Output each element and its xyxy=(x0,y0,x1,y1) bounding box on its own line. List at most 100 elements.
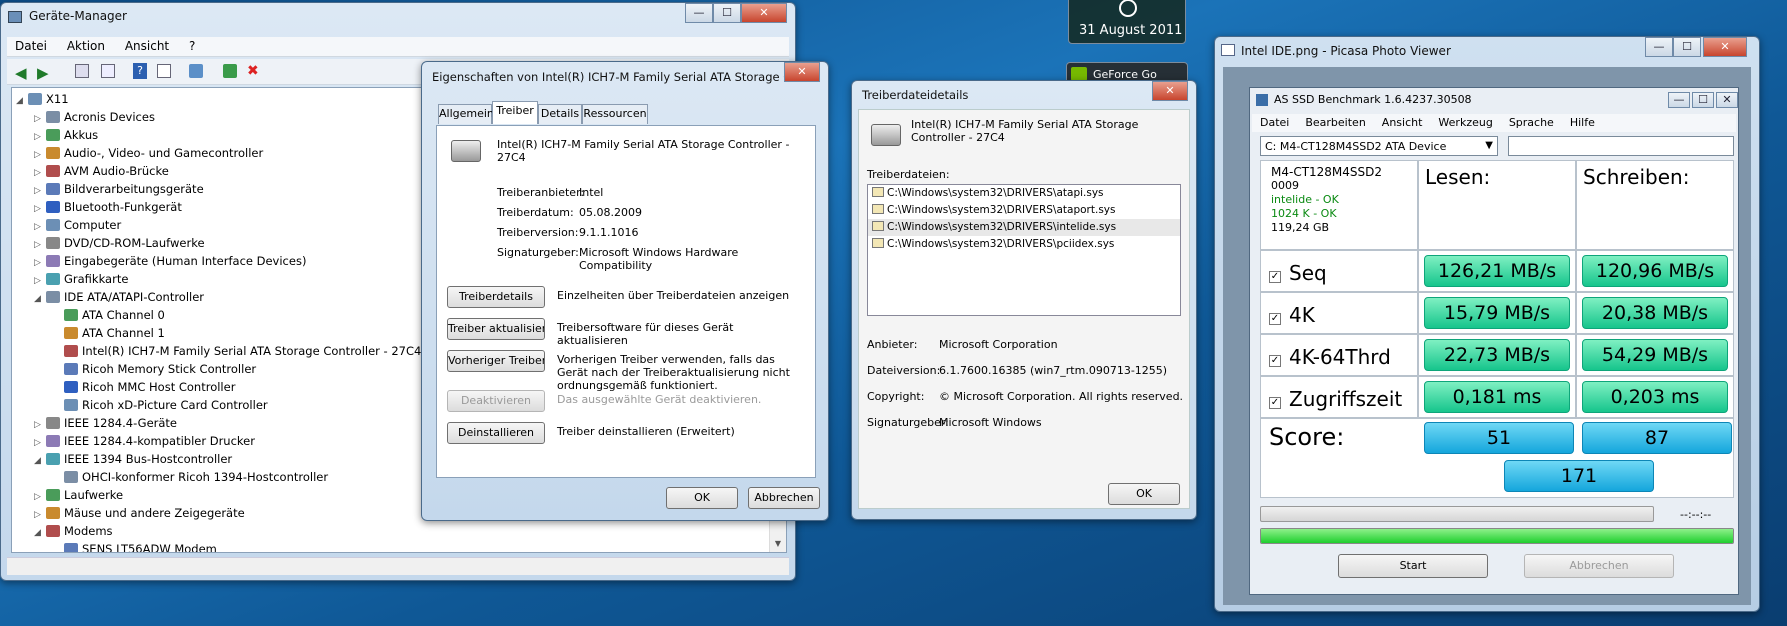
tab-allgemein[interactable]: Allgemein xyxy=(438,104,494,124)
close-button[interactable]: ✕ xyxy=(784,62,820,82)
menu-aktion[interactable]: Aktion xyxy=(59,37,113,55)
close-button[interactable]: ✕ xyxy=(741,3,787,23)
device-manager-icon xyxy=(8,11,22,23)
minimize-button[interactable]: — xyxy=(685,3,713,23)
details-panel: Intel(R) ICH7-M Family Serial ATA Storag… xyxy=(858,109,1190,509)
ide-channel-icon xyxy=(64,363,78,375)
ssd-menu-item[interactable]: Datei xyxy=(1252,114,1297,131)
driver-action-button[interactable]: Deinstallieren xyxy=(447,422,545,444)
score-total: 171 xyxy=(1504,460,1654,492)
maximize-button[interactable]: ☐ xyxy=(713,3,741,23)
driver-file-item[interactable]: C:\Windows\system32\DRIVERS\intelide.sys xyxy=(868,219,1180,236)
bench-checkbox[interactable]: ✓ xyxy=(1269,397,1281,409)
scan-hardware-icon[interactable] xyxy=(189,64,203,78)
bench-checkbox[interactable]: ✓ xyxy=(1269,355,1281,367)
file-icon xyxy=(872,221,884,231)
close-button[interactable]: ✕ xyxy=(1703,37,1747,57)
menu-help[interactable]: ? xyxy=(181,37,203,55)
uninstall-icon[interactable]: ✖ xyxy=(247,63,259,79)
info-label: Copyright: xyxy=(867,390,925,403)
chevron-down-icon: ▼ xyxy=(1485,140,1493,151)
ok-button[interactable]: OK xyxy=(1108,483,1180,505)
bench-row-label[interactable]: ✓ Seq xyxy=(1269,261,1327,285)
bench-checkbox[interactable]: ✓ xyxy=(1269,271,1281,283)
file-icon xyxy=(872,187,884,197)
start-button[interactable]: Start xyxy=(1338,554,1488,578)
tab-ressourcen[interactable]: Ressourcen xyxy=(582,104,648,124)
bench-write-value: 54,29 MB/s xyxy=(1582,339,1728,371)
properties-dialog: Eigenschaften von Intel(R) ICH7-M Family… xyxy=(421,61,829,521)
close-button[interactable]: ✕ xyxy=(1152,81,1188,101)
maximize-button[interactable]: ☐ xyxy=(1673,37,1701,57)
driver-action-button[interactable]: Vorheriger Treiber xyxy=(447,350,545,372)
ok-button[interactable]: OK xyxy=(666,487,738,509)
minimize-button[interactable]: — xyxy=(1645,37,1673,57)
driver-action-button[interactable]: Treiberdetails xyxy=(447,286,545,308)
tree-item-label: ATA Channel 1 xyxy=(82,326,165,340)
collapse-icon[interactable]: ◢ xyxy=(34,524,46,542)
drive-info-cell: M4-CT128M4SSD2 0009 intelide - OK 1024 K… xyxy=(1260,160,1418,250)
tree-item-label: Ricoh xD-Picture Card Controller xyxy=(82,398,268,412)
show-hidden-icon[interactable] xyxy=(101,64,115,78)
driver-fields: Treiberanbieter: Intel Treiberdatum: 05.08.… xyxy=(497,186,807,272)
back-icon[interactable]: ◀ xyxy=(15,64,27,82)
driver-action-description: Das ausgewählte Gerät deaktivieren. xyxy=(557,393,762,406)
driver-file-list[interactable]: C:\Windows\system32\DRIVERS\atapi.sys C:\… xyxy=(867,184,1181,316)
menu-datei[interactable]: Datei xyxy=(7,37,55,55)
help-icon[interactable]: ? xyxy=(133,63,147,79)
ide-channel-icon xyxy=(64,327,78,339)
file-info-row: Signaturgeber: Microsoft Windows xyxy=(867,416,1185,442)
driver-file-item[interactable]: C:\Windows\system32\DRIVERS\pciidex.sys xyxy=(868,236,1180,253)
tab-details[interactable]: Details xyxy=(538,104,582,124)
bench-row-label[interactable]: ✓ Zugriffszeit xyxy=(1269,387,1402,411)
field-label: Treiberanbieter: xyxy=(497,186,585,199)
forward-icon[interactable]: ▶ xyxy=(37,64,49,82)
bench-read-value: 15,79 MB/s xyxy=(1424,297,1570,329)
field-value: 05.08.2009 xyxy=(579,206,642,219)
view-icon[interactable] xyxy=(157,64,171,78)
driver-field-row: Signaturgeber: Microsoft Windows Hardware… xyxy=(497,246,807,272)
storage-controller-icon xyxy=(451,140,481,162)
collapse-icon[interactable]: ◢ xyxy=(34,452,46,470)
tree-item-label: ATA Channel 0 xyxy=(82,308,165,322)
properties-icon[interactable] xyxy=(75,64,89,78)
bench-read-value: 126,21 MB/s xyxy=(1424,255,1570,287)
ssd-minimize-button[interactable]: — xyxy=(1668,92,1690,108)
abort-button[interactable]: Abbrechen xyxy=(1524,554,1674,578)
update-driver-icon[interactable] xyxy=(223,64,237,78)
tree-item-label: Akkus xyxy=(64,128,99,142)
ssd-text-field[interactable] xyxy=(1508,136,1734,156)
elapsed-time: --:--:-- xyxy=(1680,508,1712,521)
collapse-icon[interactable]: ◢ xyxy=(34,290,46,308)
bench-row-label[interactable]: ✓ 4K xyxy=(1269,303,1315,327)
window-title: Geräte-Manager xyxy=(29,9,127,23)
picasa-icon xyxy=(1221,44,1235,56)
as-ssd-icon xyxy=(1256,94,1268,106)
tree-item[interactable]: ◢ Modems xyxy=(16,522,766,540)
tab-treiber[interactable]: Treiber xyxy=(492,101,538,124)
bench-write-value: 0,203 ms xyxy=(1582,381,1728,413)
driver-file-item[interactable]: C:\Windows\system32\DRIVERS\ataport.sys xyxy=(868,202,1180,219)
ssd-menu-item[interactable]: Bearbeiten xyxy=(1297,114,1373,131)
ssd-menu-item[interactable]: Hilfe xyxy=(1562,114,1603,131)
tab-strip: Allgemein Treiber Details Ressourcen xyxy=(436,101,816,126)
camera-icon xyxy=(46,183,60,195)
tree-item[interactable]: SENS LT56ADW Modem xyxy=(16,540,766,552)
driver-action-button[interactable]: Deaktivieren xyxy=(447,390,545,412)
ssd-maximize-button[interactable]: ☐ xyxy=(1692,92,1714,108)
ssd-menu-item[interactable]: Ansicht xyxy=(1374,114,1431,131)
bench-checkbox[interactable]: ✓ xyxy=(1269,313,1281,325)
menu-ansicht[interactable]: Ansicht xyxy=(117,37,177,55)
scroll-down-icon[interactable]: ▼ xyxy=(770,535,786,552)
driver-action-button[interactable]: Treiber aktualisieren... xyxy=(447,318,545,340)
ssd-menu-item[interactable]: Sprache xyxy=(1501,114,1562,131)
cancel-button[interactable]: Abbrechen xyxy=(748,487,820,509)
driver-file-item[interactable]: C:\Windows\system32\DRIVERS\atapi.sys xyxy=(868,185,1180,202)
file-path: C:\Windows\system32\DRIVERS\intelide.sys xyxy=(887,221,1117,233)
device-select[interactable]: C: M4-CT128M4SSD2 ATA Device ▼ xyxy=(1260,136,1498,156)
bench-row-label[interactable]: ✓ 4K-64Thrd xyxy=(1269,345,1391,369)
ssd-menu-item[interactable]: Werkzeug xyxy=(1430,114,1500,131)
ide-channel-icon xyxy=(64,309,78,321)
ssd-close-button[interactable]: ✕ xyxy=(1716,92,1738,108)
battery-icon xyxy=(46,129,60,141)
